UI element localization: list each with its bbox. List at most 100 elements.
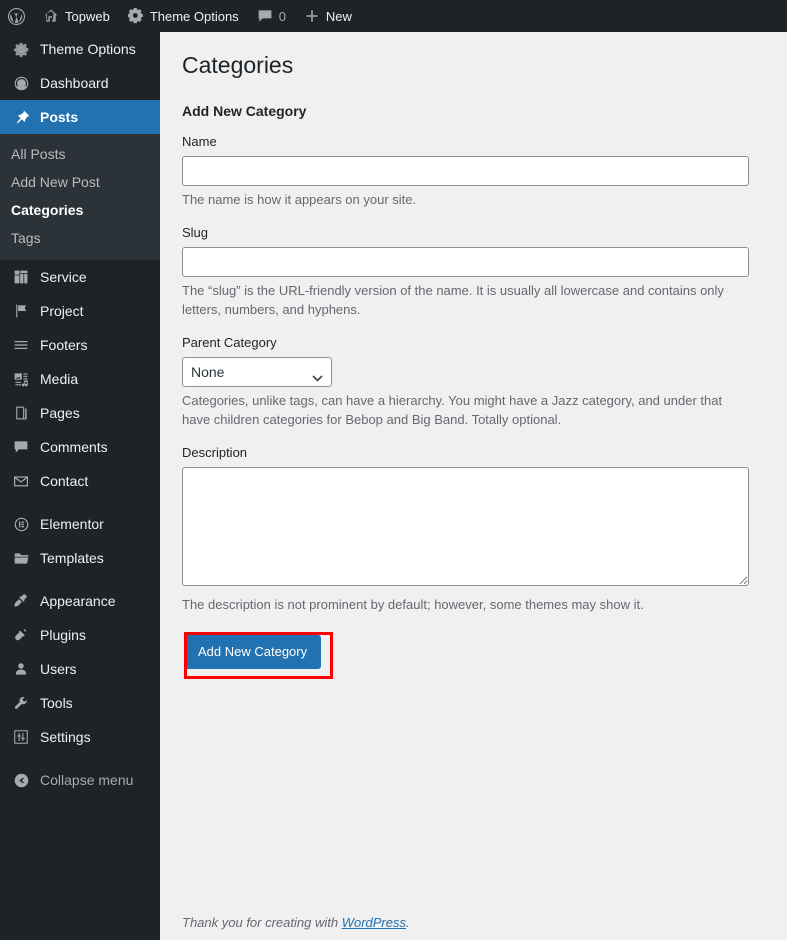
parent-category-label: Parent Category — [182, 334, 277, 350]
field-parent-category: Parent Category None Categories, unlike … — [182, 334, 765, 430]
wordpress-link[interactable]: WordPress — [342, 915, 406, 930]
layout-blocks-icon — [11, 267, 31, 287]
sidebar-item-label: Collapse menu — [40, 772, 134, 788]
menu-separator — [0, 498, 160, 507]
description-help-text: The description is not prominent by defa… — [182, 597, 644, 613]
description-textarea[interactable] — [182, 467, 749, 587]
footer-text-after: . — [406, 915, 410, 930]
envelope-icon — [11, 471, 31, 491]
admin-sidebar-menu: Theme Options Dashboard Posts All Posts … — [0, 32, 168, 940]
name-input[interactable] — [182, 156, 749, 187]
page-title: Categories — [182, 52, 294, 78]
sidebar-item-dashboard[interactable]: Dashboard — [0, 66, 160, 100]
sidebar-item-plugins[interactable]: Plugins — [0, 618, 160, 652]
submenu-item-tags[interactable]: Tags — [0, 224, 160, 252]
parent-category-description: Categories, unlike tags, can have a hier… — [182, 392, 723, 428]
comment-bubble-icon — [11, 437, 31, 457]
sidebar-item-elementor[interactable]: Elementor — [0, 507, 160, 541]
collapse-arrow-icon — [11, 770, 31, 790]
menu-separator — [0, 754, 160, 763]
comments-bubble-button[interactable]: 0 — [248, 0, 295, 32]
sidebar-item-tools[interactable]: Tools — [0, 686, 160, 720]
footer: Thank you for creating with WordPress. — [182, 915, 410, 930]
description-label: Description — [182, 444, 248, 460]
sidebar-item-templates[interactable]: Templates — [0, 541, 160, 575]
posts-submenu: All Posts Add New Post Categories Tags — [0, 134, 160, 260]
wordpress-logo-icon — [7, 7, 26, 26]
sidebar-item-footers[interactable]: Footers — [0, 328, 160, 362]
pin-icon — [11, 107, 31, 127]
sidebar-item-label: Settings — [40, 729, 91, 745]
field-description: Description The description is not promi… — [182, 444, 765, 615]
admin-bar: Topweb Theme Options 0 New — [0, 0, 787, 32]
sidebar-item-label: Service — [40, 269, 87, 285]
sidebar-item-settings[interactable]: Settings — [0, 720, 160, 754]
user-icon — [11, 659, 31, 679]
footer-text-before: Thank you for creating with — [182, 915, 342, 930]
sidebar-item-collapse-menu[interactable]: Collapse menu — [0, 763, 160, 797]
sidebar-item-posts[interactable]: Posts — [0, 100, 168, 134]
sidebar-item-contact[interactable]: Contact — [0, 464, 160, 498]
new-label: New — [325, 8, 352, 24]
sidebar-item-label: Elementor — [40, 516, 104, 532]
content-body: Categories Add New Category Name The nam… — [160, 32, 787, 940]
comment-bubble-icon — [257, 8, 273, 24]
sidebar-item-label: Appearance — [40, 593, 116, 609]
theme-options-button[interactable]: Theme Options — [119, 0, 248, 32]
gear-icon — [11, 39, 31, 59]
sidebar-item-users[interactable]: Users — [0, 652, 160, 686]
content-area: Categories Add New Category Name The nam… — [160, 32, 787, 940]
dashboard-icon — [11, 73, 31, 93]
sidebar-item-label: Plugins — [40, 627, 86, 643]
sidebar-item-pages[interactable]: Pages — [0, 396, 160, 430]
site-name-button[interactable]: Topweb — [34, 0, 119, 32]
plug-icon — [11, 625, 31, 645]
sidebar-item-label: Tools — [40, 695, 73, 711]
paintbrush-icon — [11, 591, 31, 611]
new-content-button[interactable]: New — [295, 0, 361, 32]
submenu-item-add-new-post[interactable]: Add New Post — [0, 168, 160, 196]
comment-count: 0 — [278, 8, 286, 24]
slug-description: The “slug” is the URL-friendly version o… — [182, 282, 724, 318]
sliders-icon — [11, 727, 31, 747]
sidebar-item-label: Dashboard — [40, 75, 109, 91]
menu-lines-icon — [11, 335, 31, 355]
gear-icon — [127, 8, 144, 24]
sidebar-item-label: Contact — [40, 473, 89, 489]
slug-input[interactable] — [182, 246, 749, 277]
sidebar-item-appearance[interactable]: Appearance — [0, 584, 160, 618]
sidebar-item-theme-options[interactable]: Theme Options — [0, 32, 160, 66]
pages-icon — [11, 403, 31, 423]
sidebar-item-label: Theme Options — [40, 41, 136, 57]
form-heading: Add New Category — [182, 102, 307, 119]
sidebar-item-label: Comments — [40, 439, 108, 455]
sidebar-item-comments[interactable]: Comments — [0, 430, 160, 464]
wrench-icon — [11, 693, 31, 713]
sidebar-item-label: Project — [40, 303, 84, 319]
submenu-item-all-posts[interactable]: All Posts — [0, 140, 160, 168]
slug-label: Slug — [182, 224, 209, 240]
sidebar-item-label: Pages — [40, 405, 80, 421]
sidebar-item-label: Users — [40, 661, 77, 677]
add-new-category-button[interactable]: Add New Category — [184, 634, 322, 669]
sidebar-item-label: Footers — [40, 337, 88, 353]
field-slug: Slug The “slug” is the URL-friendly vers… — [182, 224, 765, 320]
site-name-label: Topweb — [65, 8, 110, 24]
sidebar-item-label: Media — [40, 371, 79, 387]
current-menu-arrow — [160, 109, 168, 125]
wordpress-logo-button[interactable] — [0, 0, 34, 32]
media-icon — [11, 369, 31, 389]
home-icon — [43, 8, 59, 24]
name-label: Name — [182, 133, 217, 149]
sidebar-item-media[interactable]: Media — [0, 362, 160, 396]
parent-category-select-wrapper: None — [182, 356, 332, 387]
sidebar-item-label: Posts — [40, 109, 79, 125]
submit-row: Add New Category — [182, 629, 765, 679]
submenu-item-categories[interactable]: Categories — [0, 196, 160, 224]
field-name: Name The name is how it appears on your … — [182, 133, 765, 210]
name-description: The name is how it appears on your site. — [182, 192, 417, 208]
sidebar-item-project[interactable]: Project — [0, 294, 160, 328]
sidebar-item-service[interactable]: Service — [0, 260, 160, 294]
parent-category-select[interactable]: None — [182, 356, 332, 387]
sidebar-item-label: Templates — [40, 550, 104, 566]
